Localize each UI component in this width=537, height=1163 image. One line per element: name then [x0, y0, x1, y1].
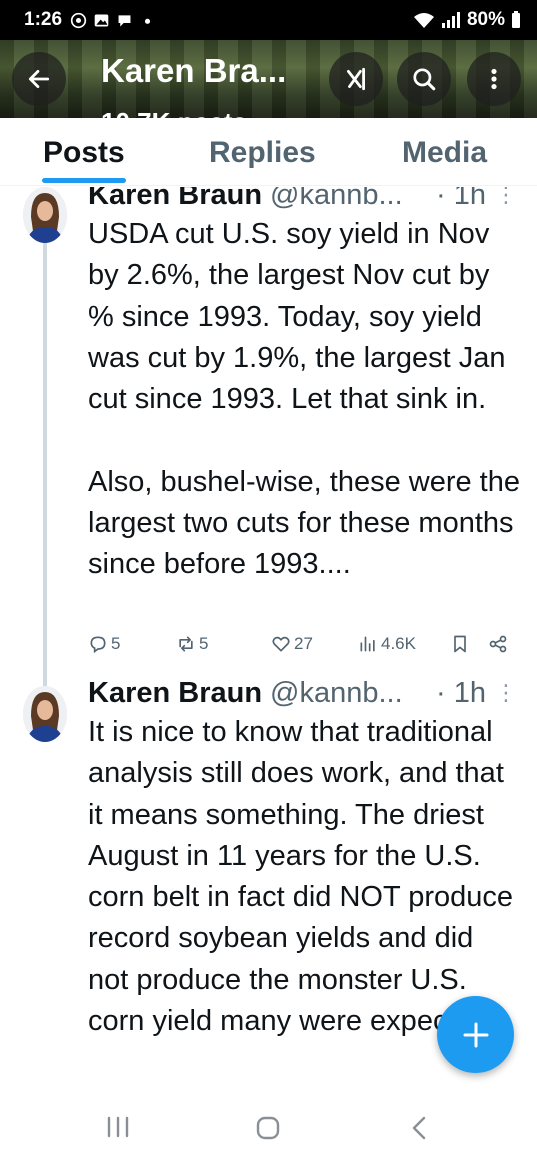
- post-text: USDA cut U.S. soy yield in Nov by 2.6%, …: [88, 218, 520, 581]
- tab-media[interactable]: Media: [402, 136, 487, 170]
- dot-icon: [144, 18, 151, 24]
- more-options-button[interactable]: [467, 52, 521, 106]
- repost-button[interactable]: 5: [176, 634, 208, 654]
- views-icon: [360, 636, 375, 652]
- post-header: Karen Braun @kannb... · 1h ⋮: [88, 187, 520, 214]
- reply-icon: [90, 636, 106, 654]
- bookmark-button[interactable]: [450, 634, 470, 654]
- recent-apps-button[interactable]: [106, 1116, 130, 1138]
- profile-post-count: 10.7K posts: [101, 100, 247, 118]
- post-author-handle[interactable]: @kannb...: [270, 187, 403, 212]
- more-vertical-icon: [491, 68, 497, 90]
- status-time: 1:26: [24, 9, 63, 30]
- plus-icon: [463, 1022, 488, 1047]
- grok-icon: [347, 67, 365, 91]
- heart-icon: [272, 636, 290, 652]
- tab-posts[interactable]: Posts: [43, 136, 125, 170]
- reply-count: 5: [111, 634, 121, 653]
- reply-button[interactable]: 5: [88, 634, 120, 654]
- like-button[interactable]: 27: [271, 634, 313, 654]
- status-bar: 1:26 80%: [0, 0, 537, 40]
- active-tab-indicator: [42, 178, 126, 183]
- post-author-name[interactable]: Karen Braun: [88, 187, 262, 212]
- tab-replies[interactable]: Replies: [209, 136, 316, 170]
- thread-connector-line: [43, 242, 47, 730]
- profile-header: Karen Bra... 10.7K posts: [0, 40, 537, 118]
- compose-post-button[interactable]: [437, 996, 514, 1073]
- share-icon: [489, 635, 507, 653]
- post-timestamp: · 1h: [436, 676, 486, 709]
- like-count: 27: [294, 634, 313, 653]
- avatar[interactable]: [23, 686, 67, 742]
- arrow-left-icon: [28, 70, 50, 88]
- post-more-icon[interactable]: ⋮: [495, 187, 517, 208]
- search-button[interactable]: [397, 52, 451, 106]
- whatsapp-icon: [70, 12, 87, 28]
- share-button[interactable]: [488, 634, 508, 654]
- repost-count: 5: [199, 634, 209, 653]
- gallery-icon: [94, 14, 109, 26]
- bookmark-icon: [454, 635, 466, 653]
- search-icon: [413, 68, 436, 91]
- home-button[interactable]: [256, 1116, 280, 1140]
- post-actions: 5 5 27 4.6K: [88, 634, 518, 664]
- post-author-name[interactable]: Karen Braun: [88, 677, 262, 710]
- post-text: It is nice to know that traditional anal…: [88, 716, 522, 1038]
- grok-button[interactable]: [329, 52, 383, 106]
- back-nav-button[interactable]: [409, 1116, 429, 1140]
- repost-icon: [179, 636, 193, 652]
- back-button[interactable]: [12, 52, 66, 106]
- views-button[interactable]: 4.6K: [358, 634, 416, 654]
- avatar-image: [23, 187, 67, 243]
- battery-icon: [512, 11, 520, 28]
- battery-percent: 80%: [466, 9, 505, 30]
- profile-name: Karen Bra...: [101, 52, 287, 89]
- wifi-icon: [413, 13, 434, 28]
- post-author-handle[interactable]: @kannb...: [270, 677, 403, 710]
- signal-icon: [441, 12, 460, 28]
- post-item[interactable]: Karen Braun @kannb... · 1h ⋮ USDA cut U.…: [88, 187, 520, 586]
- chat-icon: [118, 14, 131, 26]
- views-count: 4.6K: [381, 634, 416, 653]
- post-timestamp: · 1h: [436, 187, 486, 211]
- system-navigation-bar: [0, 1094, 537, 1163]
- post-item[interactable]: Karen Braun @kannb... · 1h ⋮ It is nice …: [88, 674, 520, 1042]
- avatar-image: [23, 686, 67, 742]
- post-more-icon[interactable]: ⋮: [495, 680, 517, 706]
- profile-tabs: Posts Replies Media: [0, 118, 537, 186]
- avatar[interactable]: [23, 187, 67, 243]
- post-header: Karen Braun @kannb... · 1h ⋮: [88, 674, 520, 712]
- post-feed[interactable]: Karen Braun @kannb... · 1h ⋮ USDA cut U.…: [0, 187, 537, 1094]
